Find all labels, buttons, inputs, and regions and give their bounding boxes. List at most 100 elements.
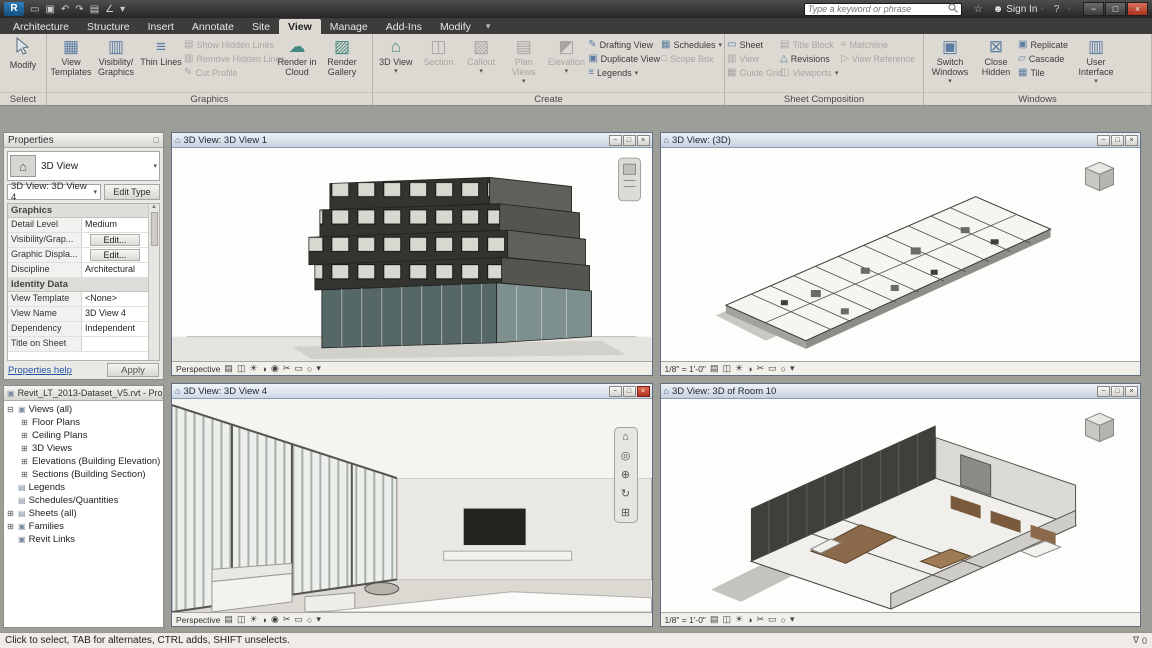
apply-button[interactable]: Apply — [107, 363, 159, 377]
tile-button[interactable]: ▦ Tile — [1018, 67, 1072, 78]
viewport-restore-button[interactable]: □ — [1111, 135, 1124, 146]
section-header-graphics[interactable]: Graphics — [8, 204, 148, 218]
sign-in-button[interactable]: ☻ Sign In ▾ — [993, 4, 1044, 15]
crop-region-icon[interactable]: ▭ — [294, 614, 303, 625]
section-button[interactable]: ◫ Section — [418, 36, 460, 67]
property-value[interactable] — [82, 337, 148, 351]
title-block-button[interactable]: ▤ Title Block — [780, 39, 840, 50]
detail-level-icon[interactable]: ▤ — [224, 363, 233, 374]
help-search-box[interactable] — [804, 3, 962, 16]
scale-label[interactable]: 1/8" = 1'-0" — [665, 364, 706, 374]
viewport-close-button[interactable]: × — [1125, 135, 1138, 146]
type-selector[interactable]: ⌂ 3D View ▾ — [7, 151, 160, 181]
property-value[interactable]: Independent — [82, 322, 148, 336]
viewcube-home-icon[interactable]: ⌂ — [622, 431, 629, 443]
scale-label[interactable]: 1/8" = 1'-0" — [665, 615, 706, 625]
save-icon[interactable]: ▣ — [45, 4, 54, 15]
viewport-restore-button[interactable]: □ — [623, 386, 636, 397]
visual-style-icon[interactable]: ◫ — [722, 614, 731, 625]
property-value[interactable]: Architectural — [82, 263, 148, 277]
crop-view-icon[interactable]: ✂ — [283, 614, 291, 625]
app-logo-icon[interactable]: R — [4, 2, 24, 16]
expander-icon[interactable]: ⊞ — [6, 509, 15, 518]
viewport-close-button[interactable]: × — [637, 135, 650, 146]
3d-canvas[interactable] — [661, 148, 1141, 361]
user-interface-button[interactable]: ▥ User Interface ▾ — [1073, 36, 1119, 85]
filter-icon[interactable]: ∇ — [1133, 635, 1139, 646]
tree-item-legends[interactable]: ▤ Legends — [6, 481, 163, 494]
lock-view-icon[interactable]: ○ — [307, 364, 312, 374]
sun-path-icon[interactable]: ☀ — [249, 363, 257, 374]
steering-wheel-icon[interactable]: ◎ — [621, 449, 631, 462]
visibility-graphics-button[interactable]: ▥ Visibility/ Graphics — [94, 36, 138, 77]
view-bar-caret-icon[interactable]: ▾ — [790, 363, 795, 374]
replicate-button[interactable]: ▣ Replicate — [1018, 39, 1072, 50]
ribbon-display-toggle-icon[interactable]: ▾ — [486, 21, 491, 34]
tab-insert[interactable]: Insert — [139, 19, 183, 34]
tab-modify[interactable]: Modify — [431, 19, 480, 34]
viewport-minimize-button[interactable]: − — [1097, 135, 1110, 146]
properties-help-link[interactable]: Properties help — [8, 365, 72, 376]
tree-item-sections[interactable]: ⊞ Sections (Building Section) — [6, 468, 163, 481]
expander-icon[interactable]: ⊞ — [20, 418, 29, 427]
callout-button[interactable]: ▧ Callout ▾ — [460, 36, 502, 75]
drafting-view-button[interactable]: ✎ Drafting View — [588, 39, 660, 50]
viewport-minimize-button[interactable]: − — [609, 135, 622, 146]
scrollbar-thumb[interactable] — [151, 212, 158, 246]
tree-item-ceiling-plans[interactable]: ⊞ Ceiling Plans — [6, 429, 163, 442]
tab-addins[interactable]: Add-Ins — [377, 19, 431, 34]
close-hidden-button[interactable]: ⊠ Close Hidden — [975, 36, 1017, 77]
viewports-button[interactable]: ◫ Viewports ▾ — [780, 67, 840, 78]
search-icon[interactable] — [948, 3, 958, 16]
tab-annotate[interactable]: Annotate — [183, 19, 243, 34]
guide-grid-button[interactable]: ▦ Guide Grid — [727, 67, 779, 78]
viewport-close-button[interactable]: × — [637, 386, 650, 397]
3d-canvas[interactable]: ⌂ ◎ ⊕ ↻ ⊞ — [172, 399, 652, 612]
visual-style-icon[interactable]: ◫ — [237, 363, 246, 374]
3d-canvas[interactable] — [661, 399, 1141, 612]
edit-button[interactable]: Edit... — [90, 249, 140, 261]
render-gallery-button[interactable]: ▨ Render Gallery — [320, 36, 364, 77]
tree-item-families[interactable]: ⊞ ▣ Families — [6, 520, 163, 533]
view-bar-caret-icon[interactable]: ▾ — [316, 363, 321, 374]
crop-region-icon[interactable]: ▭ — [768, 363, 777, 374]
property-value[interactable]: <None> — [82, 292, 148, 306]
expander-icon[interactable]: ⊞ — [20, 431, 29, 440]
crop-view-icon[interactable]: ✂ — [757, 614, 765, 625]
section-header-identity-data[interactable]: Identity Data — [8, 278, 148, 292]
tab-architecture[interactable]: Architecture — [4, 19, 78, 34]
plan-views-button[interactable]: ▤ Plan Views ▾ — [503, 36, 545, 85]
view-selector-combo[interactable]: 3D View: 3D View 4 ▾ — [7, 184, 101, 200]
lock-view-icon[interactable]: ○ — [781, 364, 786, 374]
undo-icon[interactable]: ↶ — [61, 4, 69, 15]
navigation-bar[interactable]: ⌂ ◎ ⊕ ↻ ⊞ — [614, 427, 638, 523]
shadows-icon[interactable]: ◑ — [747, 364, 752, 374]
sheet-button[interactable]: ▭ Sheet — [727, 39, 779, 50]
crop-region-icon[interactable]: ▭ — [768, 614, 777, 625]
lock-view-icon[interactable]: ○ — [307, 615, 312, 625]
lock-view-icon[interactable]: ○ — [781, 615, 786, 625]
crop-region-icon[interactable]: ▭ — [294, 363, 303, 374]
tree-item-elevations[interactable]: ⊞ Elevations (Building Elevation) — [6, 455, 163, 468]
tree-item-views-all[interactable]: ⊟ ▣ Views (all) — [6, 403, 163, 416]
elevation-button[interactable]: ◩ Elevation ▾ — [546, 36, 588, 75]
scroll-up-icon[interactable]: ▲ — [151, 204, 157, 210]
crop-view-icon[interactable]: ✂ — [757, 363, 765, 374]
qat-caret-icon[interactable]: ▾ — [120, 4, 125, 15]
render-in-cloud-button[interactable]: ☁ Render in Cloud — [275, 36, 319, 77]
sun-path-icon[interactable]: ☀ — [735, 363, 743, 374]
tab-view[interactable]: View — [279, 19, 321, 34]
expander-icon[interactable]: ⊞ — [6, 522, 15, 531]
viewport-titlebar[interactable]: ⌂ 3D View: (3D) − □ × — [661, 133, 1141, 148]
property-value[interactable]: Medium — [82, 218, 148, 232]
detail-level-icon[interactable]: ▤ — [224, 614, 233, 625]
viewport-titlebar[interactable]: ⌂ 3D View: 3D View 4 − □ × — [172, 384, 652, 399]
measure-icon[interactable]: ∠ — [105, 4, 114, 15]
viewport-restore-button[interactable]: □ — [1111, 386, 1124, 397]
modify-button[interactable]: Modify — [2, 36, 44, 70]
viewport-titlebar[interactable]: ⌂ 3D View: 3D View 1 − □ × — [172, 133, 652, 148]
viewport-close-button[interactable]: × — [1125, 386, 1138, 397]
view-bar-caret-icon[interactable]: ▾ — [316, 614, 321, 625]
sun-path-icon[interactable]: ☀ — [735, 614, 743, 625]
matchline-button[interactable]: ≈ Matchline — [841, 39, 913, 50]
